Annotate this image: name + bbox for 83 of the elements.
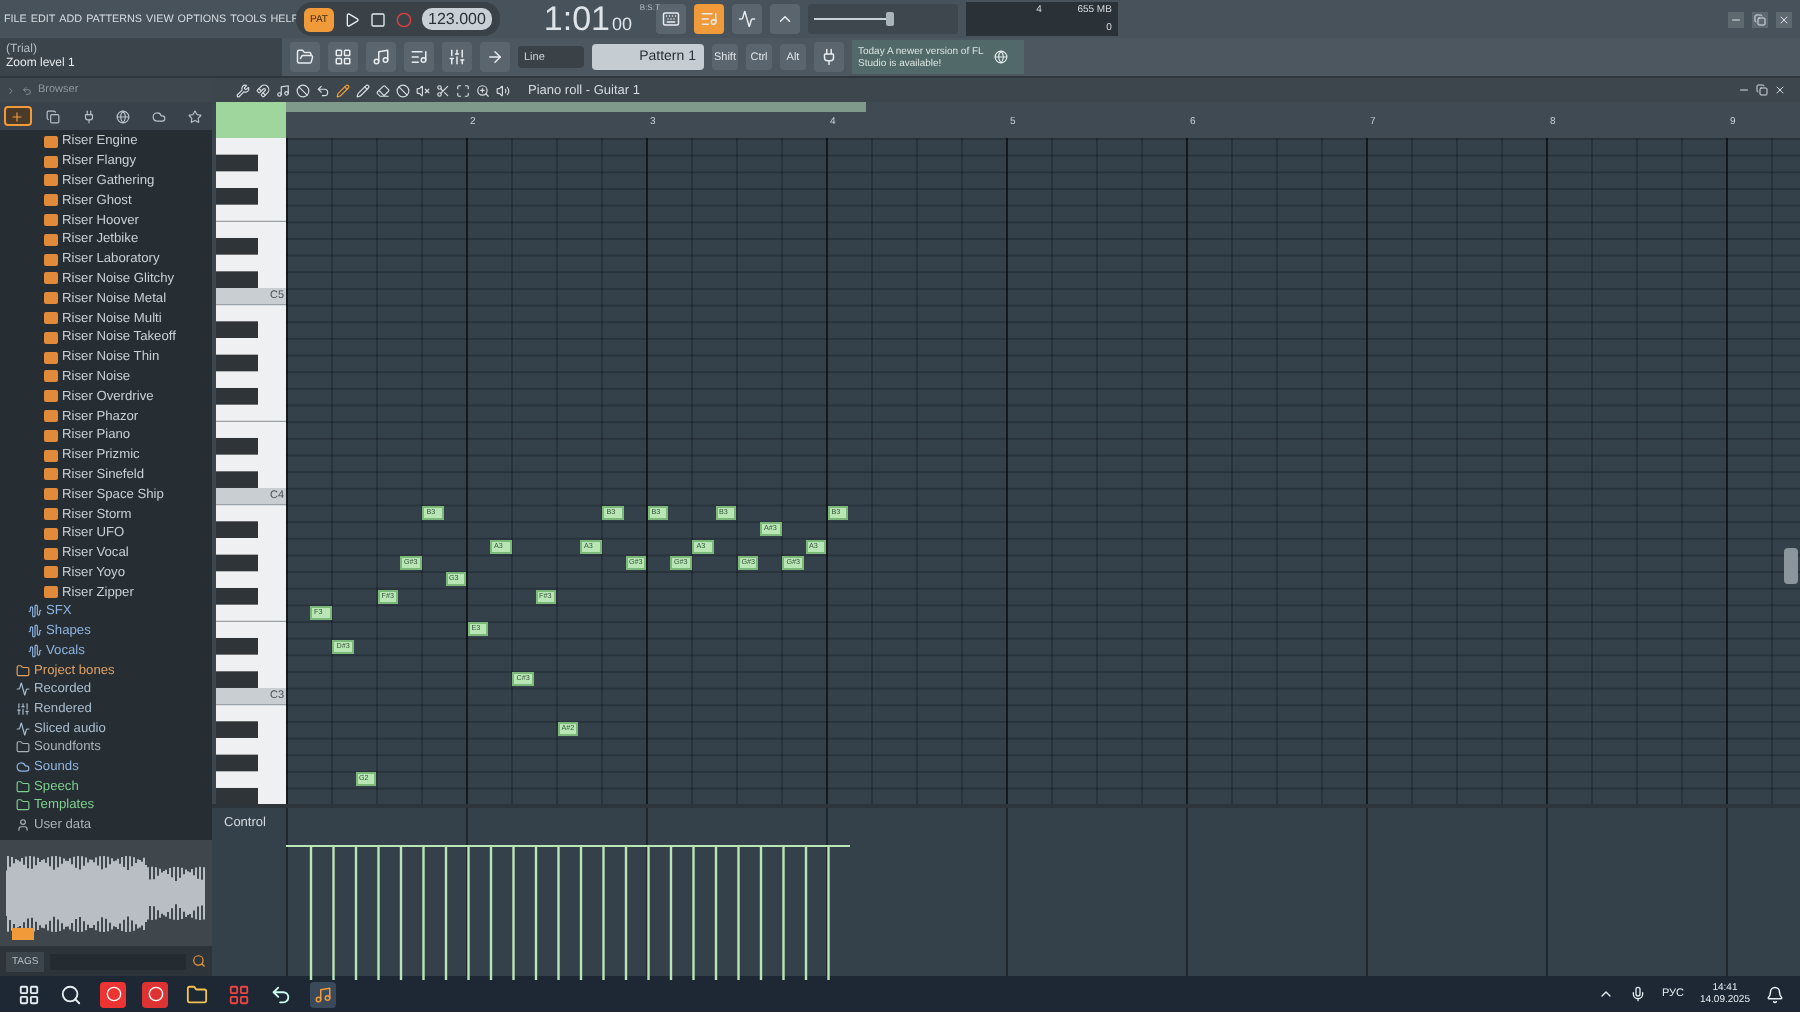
grid-button[interactable] [328,42,358,72]
magnet-icon[interactable] [256,83,270,97]
ban-icon[interactable] [396,83,410,97]
pencil-icon[interactable] [336,83,350,97]
caret-icon [775,10,794,28]
brush-icon[interactable] [356,83,370,97]
folder-icon [16,779,30,794]
pulse-icon [737,10,756,28]
star-icon [187,109,202,123]
note-button[interactable] [366,42,396,72]
piano-keyboard[interactable] [216,138,286,804]
speaker-icon[interactable] [496,83,510,97]
globe-icon[interactable] [994,50,1008,64]
sliders-icon [16,701,30,716]
tempo-display[interactable]: 123.000 [422,8,492,30]
sliders-icon [448,48,466,66]
caret-button[interactable] [769,4,800,34]
loop-marker[interactable] [216,102,286,138]
wrench-icon[interactable] [236,83,250,97]
restore-icon[interactable] [1756,84,1768,96]
search-button[interactable] [58,981,84,1007]
minimize-icon[interactable] [1738,84,1750,96]
sliders-button[interactable] [442,42,472,72]
undo-icon[interactable] [316,83,330,97]
app-icon[interactable] [310,981,336,1007]
grid-icon [334,48,352,66]
select-icon[interactable] [456,83,470,97]
folder-icon [296,48,314,66]
close-icon [1778,13,1790,25]
stop-icon[interactable] [370,11,386,27]
scrollbar-thumb[interactable] [1784,548,1798,584]
plug-icon [81,109,96,123]
plug-icon [820,48,838,66]
scissors-icon[interactable] [436,83,450,97]
keyboard-icon [661,10,680,28]
list-button[interactable] [693,4,724,34]
slider-thumb[interactable] [885,12,894,26]
master-slider[interactable] [807,4,958,34]
play-marker[interactable] [12,928,34,940]
wave-icon [16,721,30,736]
restore-icon [1754,13,1766,25]
notification-icon[interactable] [1766,985,1784,1003]
app-icon[interactable] [268,981,294,1007]
pages-icon [45,109,60,123]
arrow-button[interactable] [480,42,510,72]
wave-icon [16,682,30,697]
browser-tab[interactable] [3,106,32,126]
list-button[interactable] [404,42,434,72]
close-button[interactable] [1776,11,1792,27]
start-button[interactable] [16,981,42,1007]
minimize-button[interactable] [1728,11,1744,27]
list-icon [699,10,718,28]
cloud-icon [151,109,166,123]
close-icon[interactable] [1774,84,1786,96]
restore-button[interactable] [1752,11,1768,27]
chevron-icon[interactable] [1597,986,1614,1002]
microphone-icon[interactable] [1629,986,1646,1002]
plug-button[interactable] [814,42,844,72]
folder-icon [16,740,30,755]
browser-app-icon[interactable] [100,981,126,1007]
note-icon[interactable] [276,83,290,97]
mute-icon[interactable] [416,83,430,97]
eraser-icon[interactable] [376,83,390,97]
song-time-ticks: 00 [612,14,633,34]
app-icon[interactable] [142,981,168,1007]
zoom-icon[interactable] [476,83,490,97]
folder-icon[interactable] [184,981,210,1007]
minimize-icon [1730,13,1742,25]
folder-button[interactable] [290,42,320,72]
pulse-button[interactable] [731,4,762,34]
play-icon[interactable] [344,11,360,27]
folder-icon [16,663,30,678]
cloud-icon [16,759,30,774]
list-icon [410,48,428,66]
search-icon[interactable] [192,954,206,968]
plus-icon [10,109,25,123]
person-icon [16,818,30,833]
arrow-icon [486,48,504,66]
song-time: 1:01 [543,2,611,36]
note-icon [372,48,390,66]
ban-icon[interactable] [296,83,310,97]
folder-icon [16,798,30,813]
globe-icon [116,109,131,123]
